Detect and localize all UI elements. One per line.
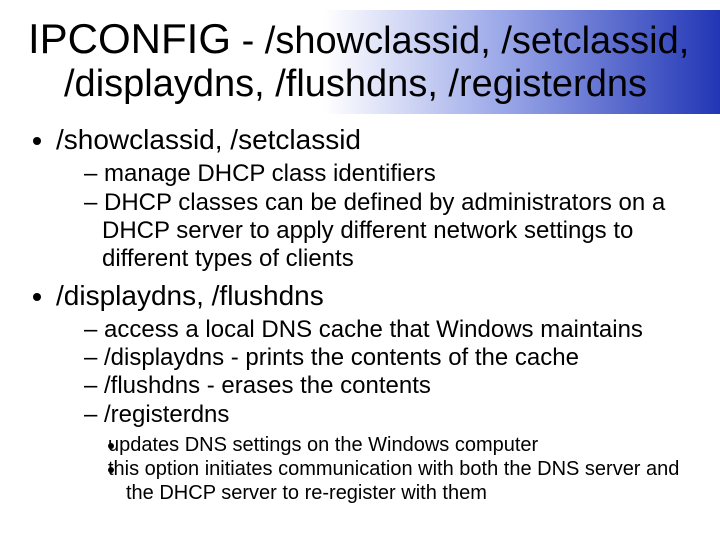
sub-item: access a local DNS cache that Windows ma… xyxy=(84,316,692,344)
sub-list: manage DHCP class identifiers DHCP class… xyxy=(56,160,692,273)
bullet-list: /showclassid, /setclassid manage DHCP cl… xyxy=(28,124,692,505)
bullet-heading: /displaydns, /flushdns xyxy=(56,280,324,311)
subsub-item: updates DNS settings on the Windows comp… xyxy=(126,433,692,457)
slide-title-area: IPCONFIG - /showclassid, /setclassid, /d… xyxy=(0,10,720,114)
subsub-item: this option initiates communication with… xyxy=(126,457,692,505)
title-rest1: /showclassid, /setclassid, xyxy=(265,20,690,62)
sub-item: /displaydns - prints the contents of the… xyxy=(84,344,692,372)
slide-title-line1: IPCONFIG - /showclassid, /setclassid, xyxy=(28,16,692,63)
sub-item: /registerdns updates DNS settings on the… xyxy=(84,401,692,505)
bullet-item: /showclassid, /setclassid manage DHCP cl… xyxy=(56,124,692,273)
sub-item: manage DHCP class identifiers xyxy=(84,160,692,188)
bullet-item: /displaydns, /flushdns access a local DN… xyxy=(56,280,692,505)
sub-list: access a local DNS cache that Windows ma… xyxy=(56,316,692,505)
title-keyword: IPCONFIG xyxy=(28,15,231,62)
sub-item-text: /registerdns xyxy=(104,401,229,428)
sub-item: DHCP classes can be defined by administr… xyxy=(84,189,692,274)
slide: IPCONFIG - /showclassid, /setclassid, /d… xyxy=(0,0,720,540)
slide-title-line2: /displaydns, /flushdns, /registerdns xyxy=(28,63,692,107)
sub-item: /flushdns - erases the contents xyxy=(84,372,692,400)
subsub-list: updates DNS settings on the Windows comp… xyxy=(102,433,692,505)
title-separator: - xyxy=(231,20,265,62)
bullet-heading: /showclassid, /setclassid xyxy=(56,124,361,155)
